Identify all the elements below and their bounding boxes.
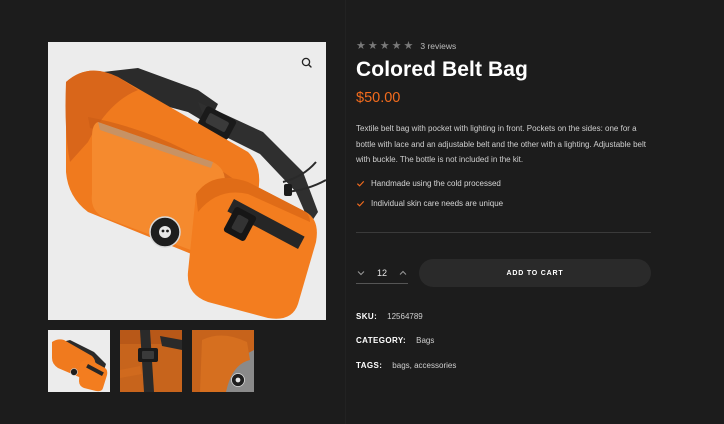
increase-quantity-button[interactable] — [398, 268, 408, 278]
tags-label: TAGS: — [356, 361, 383, 370]
rating: ★ ★ ★ ★ ★ 3 reviews — [356, 40, 456, 52]
star-icon: ★ — [367, 39, 378, 52]
chevron-up-icon — [399, 270, 407, 275]
divider — [356, 232, 651, 233]
tags-links[interactable]: bags, accessories — [392, 361, 456, 370]
star-rating: ★ ★ ★ ★ ★ — [356, 40, 413, 52]
thumbnail-strip — [48, 330, 254, 392]
tags-row: TAGS: bags, accessories — [356, 361, 456, 370]
belt-bag-image — [48, 42, 326, 320]
product-title: Colored Belt Bag — [356, 58, 528, 81]
star-icon: ★ — [391, 39, 402, 52]
quantity-stepper: 12 — [356, 262, 408, 284]
product-page: ★ ★ ★ ★ ★ 3 reviews Colored Belt Bag $50… — [0, 0, 724, 424]
star-icon: ★ — [356, 39, 366, 52]
category-row: CATEGORY: Bags — [356, 336, 434, 345]
feature-text: Handmade using the cold processed — [371, 178, 501, 188]
feature-list: Handmade using the cold processed Indivi… — [356, 178, 503, 219]
star-icon: ★ — [379, 39, 390, 52]
product-price: $50.00 — [356, 90, 401, 106]
feature-item: Handmade using the cold processed — [356, 178, 503, 188]
check-icon — [356, 200, 365, 207]
category-label: CATEGORY: — [356, 336, 407, 345]
quantity-value[interactable]: 12 — [377, 268, 387, 278]
thumbnail-3[interactable] — [192, 330, 254, 392]
column-divider — [345, 0, 346, 424]
sku-label: SKU: — [356, 312, 378, 321]
thumbnail-1[interactable] — [48, 330, 110, 392]
feature-item: Individual skin care needs are unique — [356, 199, 503, 209]
feature-text: Individual skin care needs are unique — [371, 199, 504, 208]
product-description: Textile belt bag with pocket with lighti… — [356, 124, 646, 164]
zoom-button[interactable] — [298, 54, 316, 72]
thumbnail-2[interactable] — [120, 330, 182, 392]
reviews-link[interactable]: 3 reviews — [420, 41, 456, 51]
decrease-quantity-button[interactable] — [356, 268, 366, 278]
category-link[interactable]: Bags — [416, 336, 434, 345]
chevron-down-icon — [357, 270, 365, 275]
magnifier-icon — [301, 57, 312, 68]
sku-row: SKU: 12564789 — [356, 312, 423, 321]
sku-value: 12564789 — [387, 312, 423, 321]
main-product-image[interactable] — [48, 42, 326, 320]
add-to-cart-button[interactable]: ADD TO CART — [419, 259, 651, 287]
star-icon: ★ — [403, 39, 414, 52]
check-icon — [356, 180, 365, 187]
